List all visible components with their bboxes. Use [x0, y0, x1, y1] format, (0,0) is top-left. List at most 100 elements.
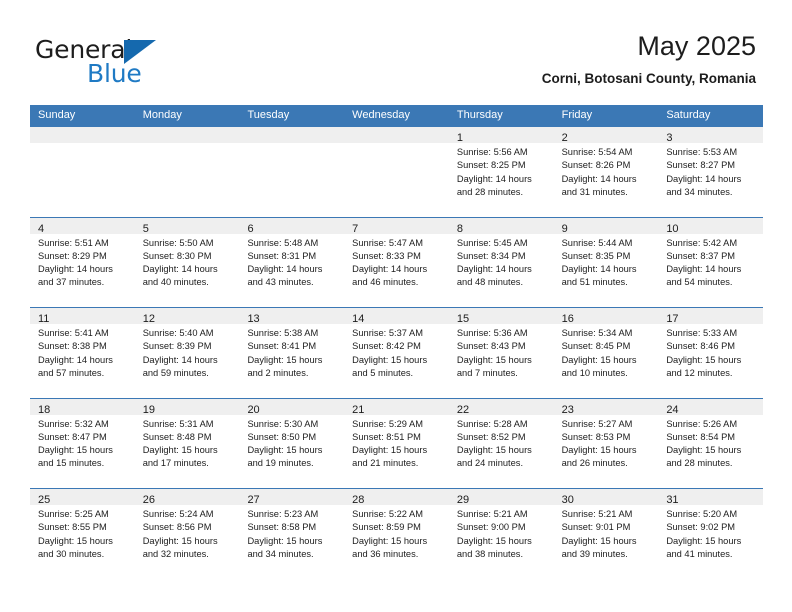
- day-cell-30[interactable]: 30 Sunrise: 5:21 AM Sunset: 9:01 PM Dayligh…: [553, 488, 659, 579]
- day-cell-16[interactable]: 16 Sunrise: 5:34 AM Sunset: 8:45 PM Dayligh…: [553, 307, 659, 398]
- day-cell-14[interactable]: 14 Sunrise: 5:37 AM Sunset: 8:42 PM Dayligh…: [344, 307, 449, 398]
- day-cell-19[interactable]: 19 Sunrise: 5:31 AM Sunset: 8:48 PM Dayligh…: [134, 397, 240, 489]
- day-detail-line: Daylight: 15 hours: [666, 445, 742, 456]
- day-cell-23[interactable]: 23 Sunrise: 5:27 AM Sunset: 8:53 PM Dayligh…: [553, 397, 659, 489]
- day-number: 18: [38, 403, 51, 416]
- day-detail-line: Sunrise: 5:54 AM: [561, 147, 633, 157]
- day-detail-line: Sunset: 8:41 PM: [247, 341, 317, 352]
- day-number-strip: [30, 127, 135, 143]
- location-subtitle: Corni, Botosani County, Romania: [541, 71, 756, 86]
- calendar-week-row: 18 Sunrise: 5:32 AM Sunset: 8:47 PM Dayligh…: [30, 397, 764, 489]
- day-detail-line: Sunrise: 5:38 AM: [247, 328, 319, 338]
- day-detail-line: Sunset: 8:47 PM: [38, 431, 107, 442]
- day-detail-line: and 15 minutes.: [38, 458, 105, 469]
- day-cell-26[interactable]: 26 Sunrise: 5:24 AM Sunset: 8:56 PM Dayligh…: [134, 488, 240, 579]
- calendar-week-row: 25 Sunrise: 5:25 AM Sunset: 8:55 PM Dayligh…: [30, 488, 764, 579]
- day-detail-line: Sunrise: 5:56 AM: [456, 147, 528, 157]
- day-number-strip: 14: [344, 308, 449, 325]
- day-number-strip: 5: [134, 217, 240, 235]
- day-detail-line: and 36 minutes.: [352, 548, 419, 559]
- day-detail-line: Sunrise: 5:24 AM: [142, 509, 214, 519]
- day-cell-24[interactable]: 24 Sunrise: 5:26 AM Sunset: 8:54 PM Dayligh…: [658, 397, 764, 489]
- day-cell-28[interactable]: 28 Sunrise: 5:22 AM Sunset: 8:59 PM Dayligh…: [344, 488, 449, 579]
- day-detail-line: Daylight: 14 hours: [352, 264, 428, 275]
- day-cell-11[interactable]: 11 Sunrise: 5:41 AM Sunset: 8:38 PM Dayligh…: [30, 307, 135, 398]
- day-cell-4[interactable]: 4 Sunrise: 5:51 AM Sunset: 8:29 PM Daylight…: [30, 216, 135, 308]
- day-cell-6[interactable]: 6 Sunrise: 5:48 AM Sunset: 8:31 PM Daylight…: [239, 216, 345, 308]
- day-detail-line: and 10 minutes.: [561, 367, 628, 378]
- day-detail-line: Sunrise: 5:23 AM: [247, 509, 319, 519]
- day-detail-line: Sunrise: 5:51 AM: [38, 237, 109, 248]
- day-number: 2: [561, 132, 568, 144]
- day-number-strip: 6: [239, 217, 345, 235]
- day-cell-13[interactable]: 13 Sunrise: 5:38 AM Sunset: 8:41 PM Dayligh…: [239, 307, 345, 398]
- day-cell-2[interactable]: 2 Sunrise: 5:54 AM Sunset: 8:26 PM Daylight…: [553, 126, 659, 217]
- day-detail-line: and 31 minutes.: [561, 186, 628, 197]
- day-cell-10[interactable]: 10 Sunrise: 5:42 AM Sunset: 8:37 PM Dayligh…: [658, 216, 764, 308]
- day-number-strip: 8: [448, 217, 554, 235]
- day-detail-line: Sunrise: 5:28 AM: [456, 418, 528, 429]
- day-details: Sunrise: 5:42 AM Sunset: 8:37 PM Daylight:…: [658, 234, 763, 290]
- day-details: Sunrise: 5:56 AM Sunset: 8:25 PM Daylight:…: [449, 143, 554, 199]
- day-detail-line: Sunset: 8:31 PM: [247, 250, 317, 261]
- day-details: Sunrise: 5:36 AM Sunset: 8:43 PM Daylight:…: [449, 324, 554, 380]
- day-detail-line: Daylight: 15 hours: [561, 445, 637, 456]
- day-cell-9[interactable]: 9 Sunrise: 5:44 AM Sunset: 8:35 PM Daylight…: [553, 216, 659, 308]
- generalblue-logo[interactable]: General Blue: [35, 36, 235, 88]
- day-detail-line: Sunset: 8:53 PM: [561, 431, 631, 442]
- day-detail-line: Sunrise: 5:42 AM: [666, 237, 738, 248]
- day-cell-20[interactable]: 20 Sunrise: 5:30 AM Sunset: 8:50 PM Dayligh…: [239, 397, 345, 489]
- day-number: 21: [352, 403, 365, 416]
- day-cell-31[interactable]: 31 Sunrise: 5:20 AM Sunset: 9:02 PM Dayligh…: [658, 488, 764, 579]
- day-detail-line: Daylight: 15 hours: [142, 445, 218, 456]
- day-detail-line: Sunset: 8:56 PM: [142, 522, 212, 533]
- day-detail-line: Sunrise: 5:21 AM: [561, 509, 633, 519]
- day-cell-15[interactable]: 15 Sunrise: 5:36 AM Sunset: 8:43 PM Dayligh…: [448, 307, 554, 398]
- day-cell-8[interactable]: 8 Sunrise: 5:45 AM Sunset: 8:34 PM Daylight…: [448, 216, 554, 308]
- day-number: 4: [38, 222, 45, 235]
- day-number: 29: [456, 494, 470, 506]
- day-details: Sunrise: 5:27 AM Sunset: 8:53 PM Daylight:…: [554, 415, 659, 471]
- day-number-strip: 19: [134, 398, 240, 416]
- weekday-header-wednesday: Wednesday: [352, 109, 411, 121]
- day-number: 11: [38, 313, 50, 325]
- day-cell-25[interactable]: 25 Sunrise: 5:25 AM Sunset: 8:55 PM Dayligh…: [30, 488, 135, 579]
- day-detail-line: Sunset: 8:43 PM: [456, 341, 526, 352]
- day-detail-line: Daylight: 14 hours: [666, 173, 742, 184]
- day-cell-29[interactable]: 29 Sunrise: 5:21 AM Sunset: 9:00 PM Dayligh…: [448, 488, 554, 579]
- day-cell-empty: [239, 126, 345, 217]
- day-detail-line: Sunrise: 5:31 AM: [142, 418, 214, 429]
- day-cell-22[interactable]: 22 Sunrise: 5:28 AM Sunset: 8:52 PM Dayligh…: [448, 397, 554, 489]
- day-cell-17[interactable]: 17 Sunrise: 5:33 AM Sunset: 8:46 PM Dayligh…: [658, 307, 764, 398]
- day-number: 24: [666, 403, 679, 416]
- calendar-week-row: 4 Sunrise: 5:51 AM Sunset: 8:29 PM Daylight…: [30, 216, 764, 308]
- day-detail-line: Sunset: 8:42 PM: [352, 341, 421, 352]
- title-block: May 2025 Corni, Botosani County, Romania: [542, 30, 756, 87]
- day-detail-line: and 34 minutes.: [666, 186, 733, 197]
- day-number: 22: [456, 403, 470, 416]
- day-detail-line: and 41 minutes.: [666, 548, 733, 559]
- day-details: Sunrise: 5:41 AM Sunset: 8:38 PM Daylight:…: [30, 324, 135, 380]
- day-details: Sunrise: 5:29 AM Sunset: 8:51 PM Daylight:…: [344, 415, 449, 471]
- day-detail-line: and 48 minutes.: [456, 277, 524, 288]
- day-cell-12[interactable]: 12 Sunrise: 5:40 AM Sunset: 8:39 PM Dayligh…: [134, 307, 240, 398]
- day-cell-7[interactable]: 7 Sunrise: 5:47 AM Sunset: 8:33 PM Daylight…: [344, 216, 449, 308]
- day-detail-line: Sunrise: 5:45 AM: [456, 237, 528, 248]
- day-cell-27[interactable]: 27 Sunrise: 5:23 AM Sunset: 8:58 PM Dayligh…: [239, 488, 345, 579]
- day-number-strip: 25: [30, 489, 135, 506]
- day-cell-21[interactable]: 21 Sunrise: 5:29 AM Sunset: 8:51 PM Dayligh…: [344, 397, 449, 489]
- day-cell-1[interactable]: 1 Sunrise: 5:56 AM Sunset: 8:25 PM Daylight…: [448, 126, 554, 217]
- day-number-strip: 16: [553, 308, 659, 325]
- day-number-strip: 30: [553, 489, 659, 506]
- day-number: 10: [666, 222, 679, 235]
- day-details: Sunrise: 5:53 AM Sunset: 8:27 PM Daylight:…: [658, 143, 763, 199]
- weekday-header-thursday: Thursday: [456, 109, 503, 121]
- day-details: Sunrise: 5:44 AM Sunset: 8:35 PM Daylight:…: [554, 234, 659, 290]
- weekday-header-row: Sunday Monday Tuesday Wednesday Thursday Frid…: [30, 105, 763, 126]
- day-cell-18[interactable]: 18 Sunrise: 5:32 AM Sunset: 8:47 PM Dayligh…: [30, 397, 135, 489]
- day-detail-line: Daylight: 14 hours: [456, 173, 532, 184]
- day-detail-line: Daylight: 15 hours: [38, 535, 113, 546]
- day-cell-3[interactable]: 3 Sunrise: 5:53 AM Sunset: 8:27 PM Daylight…: [658, 126, 764, 217]
- day-number: 13: [247, 313, 260, 325]
- day-cell-5[interactable]: 5 Sunrise: 5:50 AM Sunset: 8:30 PM Daylight…: [134, 216, 240, 308]
